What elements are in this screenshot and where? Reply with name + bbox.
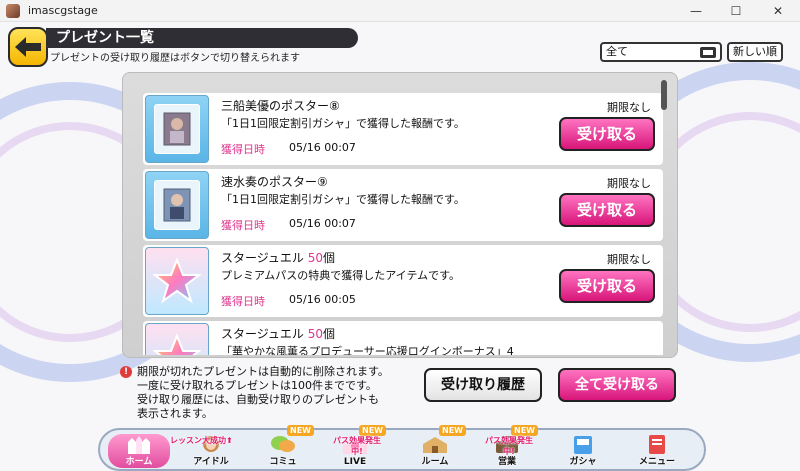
receive-button[interactable]: 受け取る <box>559 117 655 151</box>
item-expiry: 期限なし <box>607 253 651 266</box>
item-name: 速水奏のポスター⑨ <box>221 175 328 189</box>
filter-select[interactable]: 全て <box>600 42 722 62</box>
notice-text: 期限が切れたプレゼントは自動的に削除されます。 一度に受け取れるプレゼントは10… <box>120 365 420 421</box>
app-icon <box>6 3 20 18</box>
notice-line: 受け取り履歴には、自動受け取りのプレゼントも <box>137 393 379 406</box>
item-thumbnail <box>145 247 209 315</box>
back-button[interactable] <box>8 27 48 67</box>
window-titlebar: imascgstage — ☐ ✕ <box>0 0 800 22</box>
minimize-button[interactable]: — <box>676 0 716 22</box>
nav-home[interactable]: ホーム <box>108 434 170 468</box>
nav-home-label: ホーム <box>125 457 153 467</box>
nav-gacha[interactable]: ガシャ <box>552 434 614 468</box>
nav-work-label: 営業 <box>497 457 516 467</box>
nav-menu-label: メニュー <box>638 457 675 467</box>
item-thumbnail <box>145 95 209 163</box>
nav-idol[interactable]: レッスン大成功⬆ アイドル <box>170 434 242 468</box>
filter-select-value: 全て <box>606 45 628 58</box>
item-expiry: 期限なし <box>607 177 651 190</box>
acquired-label: 獲得日時 <box>221 295 265 308</box>
item-description: 「1日1回限定割引ガシャ」で獲得した報酬です。 <box>221 193 465 206</box>
notice-line: 一度に受け取れるプレゼントは100件までです。 <box>137 379 377 392</box>
item-description: プレミアムパスの特典で獲得したアイテムです。 <box>221 269 461 282</box>
close-button[interactable]: ✕ <box>758 0 798 22</box>
list-scrollbar[interactable] <box>661 80 667 110</box>
item-quantity-unit: 個 <box>323 251 336 265</box>
list-item: 三船美優のポスター⑧ 期限なし 「1日1回限定割引ガシャ」で獲得した報酬です。 … <box>143 93 663 165</box>
acquired-label: 獲得日時 <box>221 219 265 232</box>
acquired-date: 05/16 00:05 <box>289 293 356 306</box>
item-description: 「1日1回限定割引ガシャ」で獲得した報酬です。 <box>221 117 465 130</box>
gacha-icon <box>574 436 592 454</box>
item-name: スタージュエル 50個 <box>221 251 336 265</box>
nav-room-label: ルーム <box>421 457 449 467</box>
page-subtitle: プレゼントの受け取り履歴はボタンで切り替えられます <box>50 53 300 64</box>
sort-newest-button[interactable]: 新しい順 <box>727 42 783 62</box>
acquired-label: 獲得日時 <box>221 143 265 156</box>
bottom-nav: ホーム レッスン大成功⬆ アイドル NEW コミュ NEW パス効果発生中! L… <box>98 425 706 471</box>
menu-book-icon <box>649 435 665 454</box>
item-quantity-unit: 個 <box>323 327 336 341</box>
list-item: 速水奏のポスター⑨ 期限なし 「1日1回限定割引ガシャ」で獲得した報酬です。 獲… <box>143 169 663 241</box>
item-quantity: 50 <box>307 251 324 265</box>
receive-all-button[interactable]: 全て受け取る <box>558 368 676 402</box>
acquired-date: 05/16 00:07 <box>289 141 356 154</box>
item-quantity: 50 <box>307 327 324 341</box>
item-name: 三船美優のポスター⑧ <box>221 99 340 113</box>
receive-button[interactable]: 受け取る <box>559 193 655 227</box>
castle-icon <box>128 436 150 454</box>
star-jewel-icon <box>153 257 201 304</box>
list-item: スタージュエル 50個 「華やかな風薫るプロデューサー応援ログインボーナス」4 <box>143 321 663 355</box>
nav-live-badge: パス効果発生中! <box>333 436 381 456</box>
item-thumbnail <box>145 323 209 355</box>
maximize-button[interactable]: ☐ <box>716 0 756 22</box>
list-item: スタージュエル 50個 期限なし プレミアムパスの特典で獲得したアイテムです。 … <box>143 245 663 317</box>
poster-icon <box>154 180 200 230</box>
present-list[interactable]: 三船美優のポスター⑧ 期限なし 「1日1回限定割引ガシャ」で獲得した報酬です。 … <box>143 93 665 355</box>
receive-history-button[interactable]: 受け取り履歴 <box>424 368 542 402</box>
item-thumbnail <box>145 171 209 239</box>
poster-icon <box>154 104 200 154</box>
item-name: スタージュエル 50個 <box>221 327 336 341</box>
arrow-left-icon <box>15 37 41 57</box>
notice-line: 表示されます。 <box>137 407 213 420</box>
window-title: imascgstage <box>28 4 98 17</box>
notice-line: 期限が切れたプレゼントは自動的に削除されます。 <box>137 365 389 378</box>
game-stage: プレゼント一覧 プレゼントの受け取り履歴はボタンで切り替えられます 全て 新しい… <box>0 22 800 471</box>
present-list-panel: 三船美優のポスター⑧ 期限なし 「1日1回限定割引ガシャ」で獲得した報酬です。 … <box>122 72 678 358</box>
nav-room[interactable]: NEW ルーム <box>404 425 466 468</box>
page-title: プレゼント一覧 <box>46 28 358 48</box>
nav-menu[interactable]: メニュー <box>626 434 688 468</box>
nav-work[interactable]: NEW パス効果発生中! 営業 <box>476 425 538 468</box>
dropdown-icon <box>700 47 716 58</box>
chat-icon <box>271 436 295 452</box>
acquired-date: 05/16 00:07 <box>289 217 356 230</box>
nav-gacha-label: ガシャ <box>569 457 597 467</box>
receive-button[interactable]: 受け取る <box>559 269 655 303</box>
nav-commu[interactable]: NEW コミュ <box>252 425 314 468</box>
item-description: 「華やかな風薫るプロデューサー応援ログインボーナス」4 <box>221 345 514 355</box>
star-jewel-icon <box>153 333 201 355</box>
nav-idol-badge: レッスン大成功⬆ <box>170 436 233 445</box>
nav-live-label: LIVE <box>343 457 367 467</box>
item-expiry: 期限なし <box>607 101 651 114</box>
nav-live[interactable]: NEW パス効果発生中! LIVE <box>324 425 386 468</box>
nav-idol-label: アイドル <box>193 457 229 467</box>
room-icon <box>423 437 447 453</box>
nav-commu-label: コミュ <box>269 457 297 467</box>
